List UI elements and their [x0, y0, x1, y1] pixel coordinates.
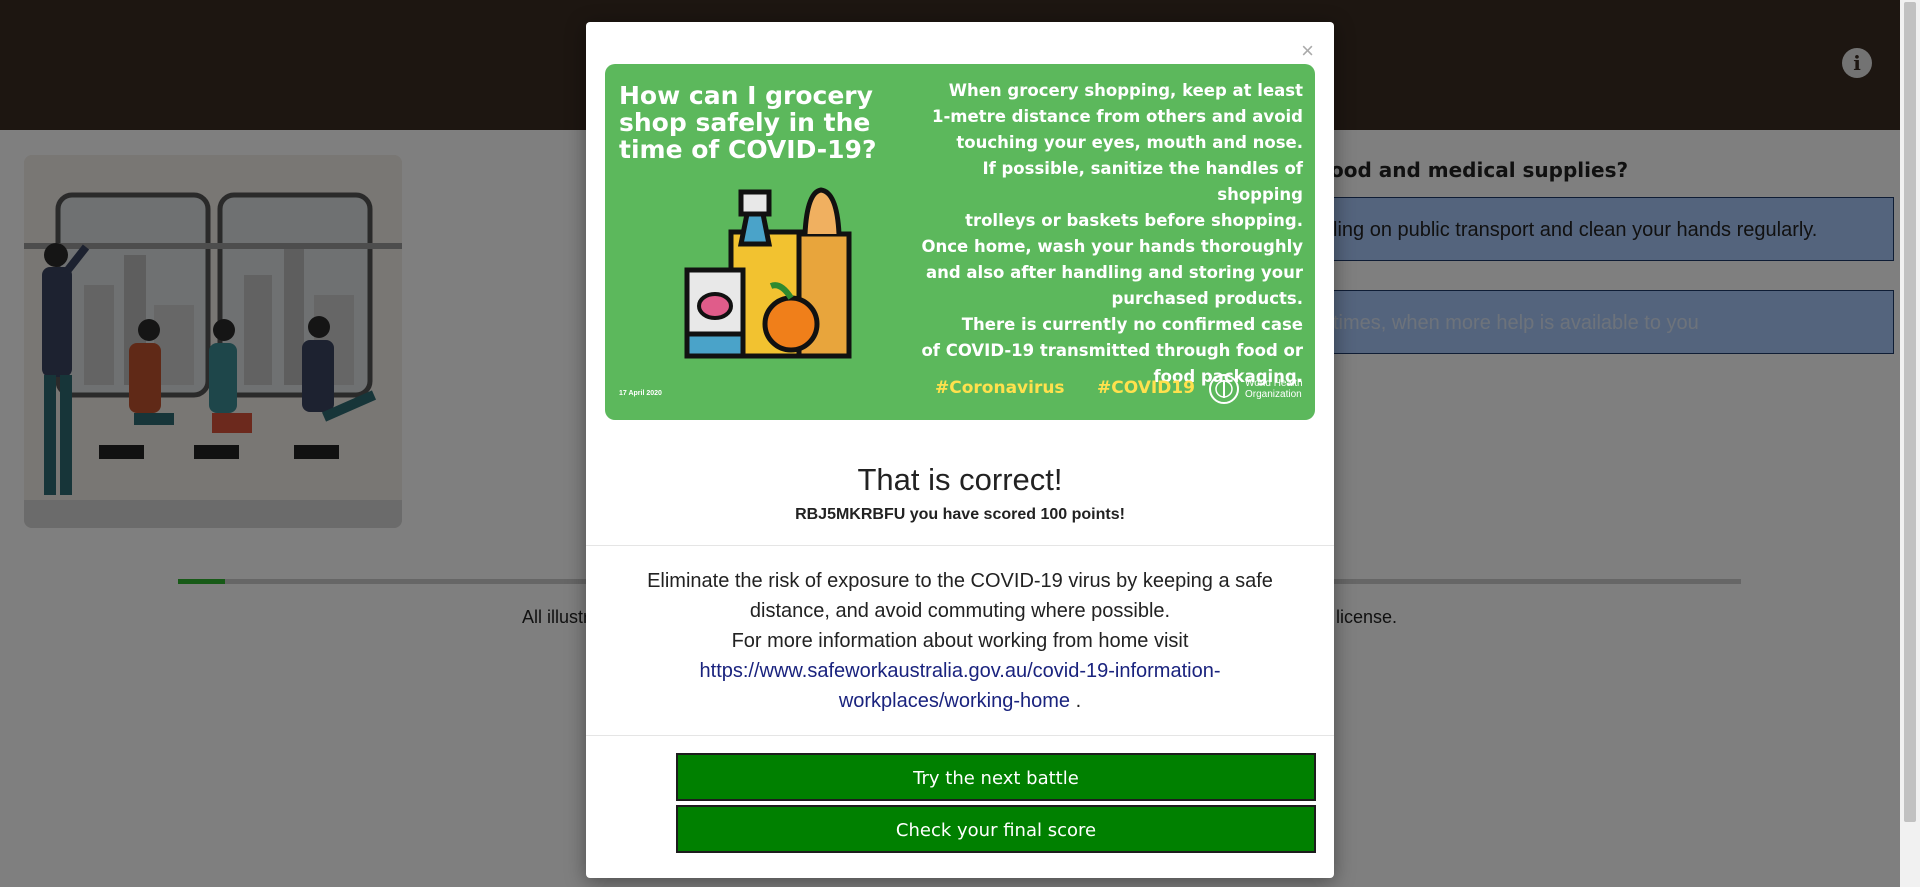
safework-link[interactable]: https://www.safeworkaustralia.gov.au/cov… — [700, 660, 1221, 712]
poster-body-line: Once home, wash your hands thoroughly — [921, 237, 1303, 256]
scrollbar[interactable] — [1900, 0, 1920, 887]
poster-body: When grocery shopping, keep at least 1-me… — [903, 78, 1303, 390]
divider — [586, 545, 1334, 546]
score-text: RBJ5MKRBFU you have scored 100 points! — [795, 506, 1125, 523]
body-line-1: Eliminate the risk of exposure to the CO… — [647, 570, 1273, 622]
who-logo-icon — [1209, 374, 1239, 404]
close-icon[interactable]: × — [1301, 40, 1314, 62]
result-modal: × How can I grocery shop safely in the t… — [586, 22, 1334, 878]
poster-body-line: and also after handling and storing your — [925, 263, 1303, 282]
check-final-score-button[interactable]: Check your final score — [676, 805, 1316, 853]
poster-title: How can I grocery shop safely in the tim… — [619, 81, 877, 164]
poster-body-line: purchased products. — [1111, 289, 1303, 308]
try-next-battle-button[interactable]: Try the next battle — [676, 753, 1316, 801]
poster-body-line: When grocery shopping, keep at least — [948, 81, 1303, 100]
poster-body-line: trolleys or baskets before shopping. — [965, 211, 1303, 230]
who-poster: How can I grocery shop safely in the tim… — [605, 64, 1315, 420]
poster-body-line: touching your eyes, mouth and nose. — [956, 133, 1303, 152]
who-org-line-2: Organization — [1245, 389, 1302, 400]
hashtag-covid19: #COVID19 — [1097, 378, 1195, 398]
who-org-name: World Health Organization — [1245, 378, 1303, 400]
poster-body-line: There is currently no confirmed case — [961, 315, 1303, 334]
grocery-bag-icon — [684, 187, 852, 359]
who-org-line-1: World Health — [1245, 378, 1303, 389]
poster-date: 17 April 2020 — [619, 390, 662, 397]
poster-body-line: 1-metre distance from others and avoid — [931, 107, 1303, 126]
modal-body-text: Eliminate the risk of exposure to the CO… — [616, 566, 1304, 716]
divider — [586, 735, 1334, 736]
result-heading: That is correct! — [857, 462, 1063, 497]
body-line-2: For more information about working from … — [731, 630, 1189, 652]
poster-body-line: If possible, sanitize the handles of sho… — [982, 159, 1303, 204]
link-suffix: . — [1070, 690, 1082, 712]
hashtag-coronavirus: #Coronavirus — [935, 378, 1065, 398]
poster-body-line: of COVID-19 transmitted through food or — [921, 341, 1303, 360]
scrollbar-thumb[interactable] — [1904, 2, 1916, 822]
